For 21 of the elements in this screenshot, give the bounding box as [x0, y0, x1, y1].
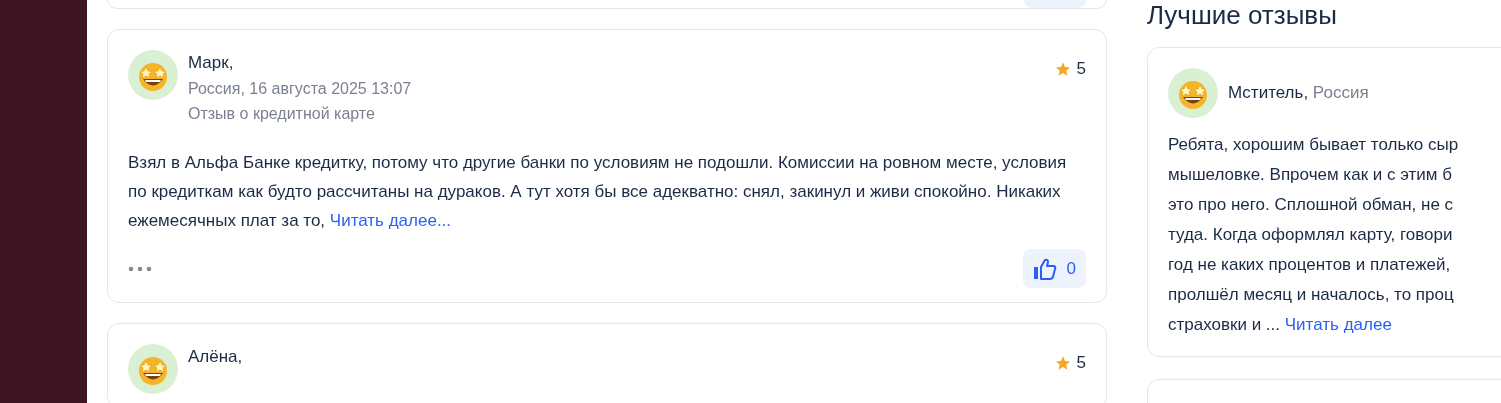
avatar-icon: [128, 50, 178, 100]
thumbs-up-icon: [1032, 257, 1057, 280]
review-text: Взял в Альфа Банке кредитку, потому что другие банки по условиям не подошли. Комиссии на ровном месте, условия по кредиткам как будто рассчитаны на дураков. А тут хотя бы все адекватно: снял, закинул и живи спокойно. Никаких ежемесячных плат за то, Читать далее...: [128, 152, 1068, 232]
section-title: Лучшие отзывы: [1147, 0, 1338, 30]
read-more-link[interactable]: Читать далее: [1284, 315, 1392, 334]
author-name: Алёна,: [188, 346, 244, 368]
author-name: Марк,: [188, 52, 235, 74]
more-icon[interactable]: [128, 265, 152, 272]
read-more-link[interactable]: Читать далее...: [329, 211, 452, 230]
author-name: Мститель,: [1228, 83, 1309, 103]
review-text: Ребята, хорошим бывает только сыр мышеловке. Впрочем как и с этим б это про него. Сплошной обман, не с туда. Когда оформлял карту, говори год не каких процентов и платежей, пролшёл месяц и началось, то проц страховки и ... Читать далее: [1168, 134, 1460, 336]
author-location: Россия: [1312, 83, 1369, 103]
review-date: Россия, 16 августа 2025 13:07: [188, 79, 413, 99]
avatar-icon: [128, 344, 178, 394]
rating-value: 5: [1076, 352, 1086, 374]
star-icon: [1054, 60, 1071, 77]
avatar-icon: [1168, 68, 1218, 118]
like-button[interactable]: 0: [1022, 249, 1086, 288]
star-icon: [1054, 354, 1071, 371]
review-subject: Отзыв о кредитной карте: [188, 104, 376, 124]
rating-value: 5: [1076, 58, 1086, 80]
